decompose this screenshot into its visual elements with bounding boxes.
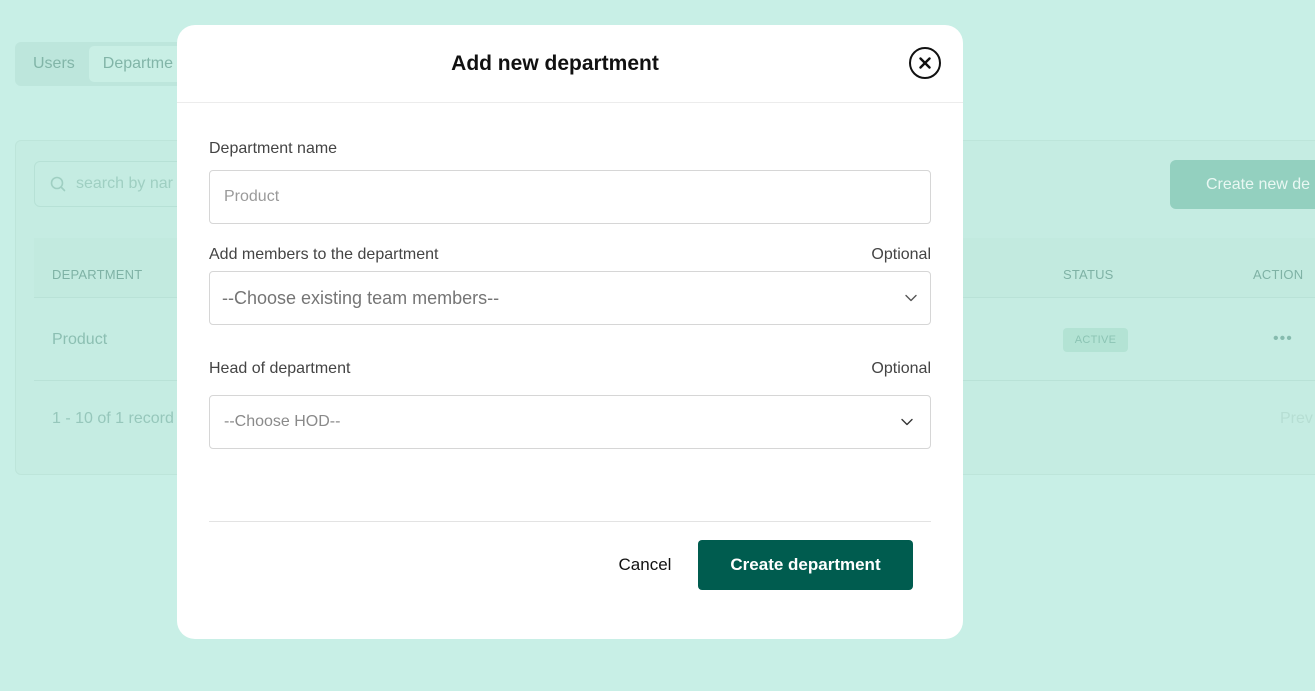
tab-departments[interactable]: Departme [88,46,188,82]
hod-optional-label: Optional [871,360,931,377]
cancel-button[interactable]: Cancel [595,540,695,590]
column-header-status: STATUS [1063,267,1114,282]
search-placeholder: search by nar [76,175,173,192]
members-label: Add members to the department [209,246,439,263]
tab-users[interactable]: Users [19,46,89,82]
row-department-name: Product [52,331,108,348]
add-department-modal: Add new department Department name Add m… [177,25,963,639]
pagination-records: 1 - 10 of 1 record [52,410,174,427]
close-icon [919,57,931,69]
column-header-department: DEPARTMENT [52,267,143,282]
create-department-button[interactable]: Create department [698,540,913,590]
members-optional-label: Optional [871,246,931,263]
create-new-department-button[interactable]: Create new de [1170,160,1315,209]
chevron-down-icon [901,418,913,426]
modal-title: Add new department [451,51,659,75]
members-select[interactable]: --Choose existing team members-- [209,271,931,325]
hod-select[interactable]: --Choose HOD-- [209,395,931,449]
footer-divider [209,521,931,522]
hod-select-value: --Choose HOD-- [224,413,341,430]
search-icon [50,176,66,192]
chevron-down-icon [905,294,917,302]
pagination-prev[interactable]: Prev [1280,410,1313,428]
modal-header: Add new department [177,25,963,103]
department-name-input[interactable] [209,170,931,224]
members-select-value: --Choose existing team members-- [222,287,500,308]
hod-label: Head of department [209,360,351,377]
close-button[interactable] [909,47,941,79]
column-header-action: ACTION [1253,267,1304,282]
status-badge: ACTIVE [1063,328,1128,352]
more-actions-icon[interactable]: ••• [1273,330,1293,348]
department-name-label: Department name [209,140,338,157]
